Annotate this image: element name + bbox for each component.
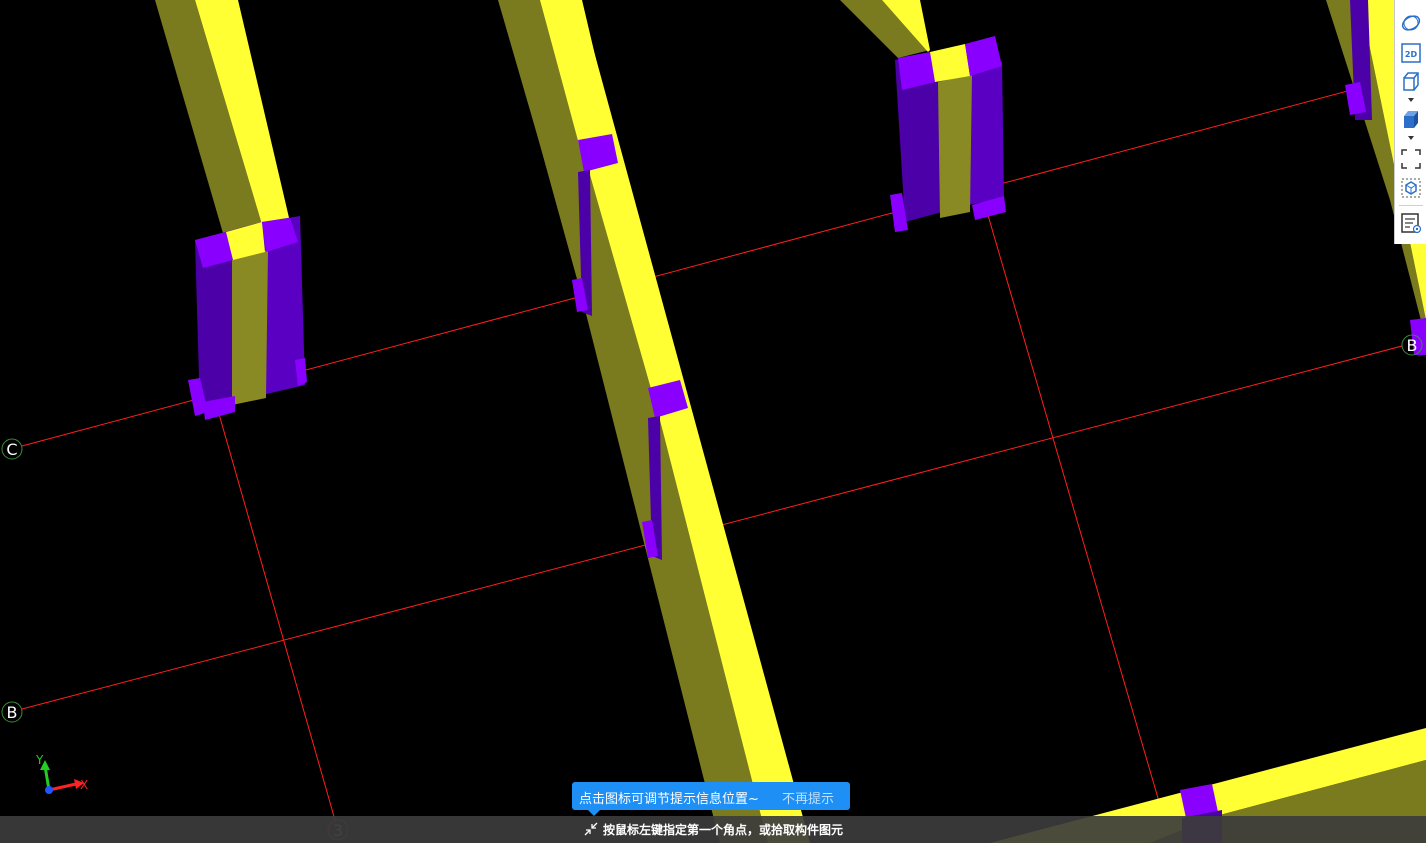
view-toolbar: 2D <box>1394 0 1426 244</box>
hint-bubble[interactable]: 点击图标可调节提示信息位置~ 不再提示 <box>572 782 850 816</box>
section-box-button[interactable] <box>1398 175 1424 201</box>
3d-solid-view-dropdown-icon[interactable] <box>1406 134 1416 142</box>
display-settings-button[interactable] <box>1398 210 1424 236</box>
collapse-arrows-icon[interactable] <box>583 821 599 837</box>
toolbar-separator <box>1399 205 1423 206</box>
column-2[interactable] <box>890 36 1006 232</box>
status-prompt: 按鼠标左键指定第一个角点，或拾取构件图元 <box>603 823 844 837</box>
dont-show-again-link[interactable]: 不再提示 <box>782 788 834 807</box>
2d-view-button[interactable]: 2D <box>1398 40 1424 66</box>
display-settings-icon <box>1401 213 1422 234</box>
axis-label-c: C <box>6 440 17 459</box>
axis-gizmo-x-label: X <box>80 778 88 792</box>
axis-gizmo: Y X <box>35 753 88 794</box>
2d-view-label: 2D <box>1405 50 1418 59</box>
hint-message: 点击图标可调节提示信息位置~ <box>579 792 759 807</box>
3d-box-view-button[interactable] <box>1398 68 1424 94</box>
3d-box-view-icon <box>1403 72 1419 91</box>
orbit-button[interactable] <box>1398 10 1424 36</box>
axis-label-b-right: B <box>1407 336 1418 355</box>
axis-label-b: B <box>7 703 18 722</box>
3d-solid-view-button[interactable] <box>1398 106 1424 132</box>
3d-box-view-dropdown-icon[interactable] <box>1406 96 1416 104</box>
status-bar: 按鼠标左键指定第一个角点，或拾取构件图元 <box>0 816 1426 843</box>
3d-model-viewport[interactable]: C B B 3 <box>0 0 1426 843</box>
3d-solid-view-icon <box>1404 111 1418 128</box>
fullscreen-icon <box>1401 149 1421 169</box>
2d-view-icon: 2D <box>1401 43 1421 63</box>
section-box-icon <box>1401 178 1421 198</box>
fullscreen-button[interactable] <box>1398 146 1424 172</box>
orbit-icon <box>1401 15 1421 31</box>
axis-gizmo-y-label: Y <box>35 753 44 767</box>
